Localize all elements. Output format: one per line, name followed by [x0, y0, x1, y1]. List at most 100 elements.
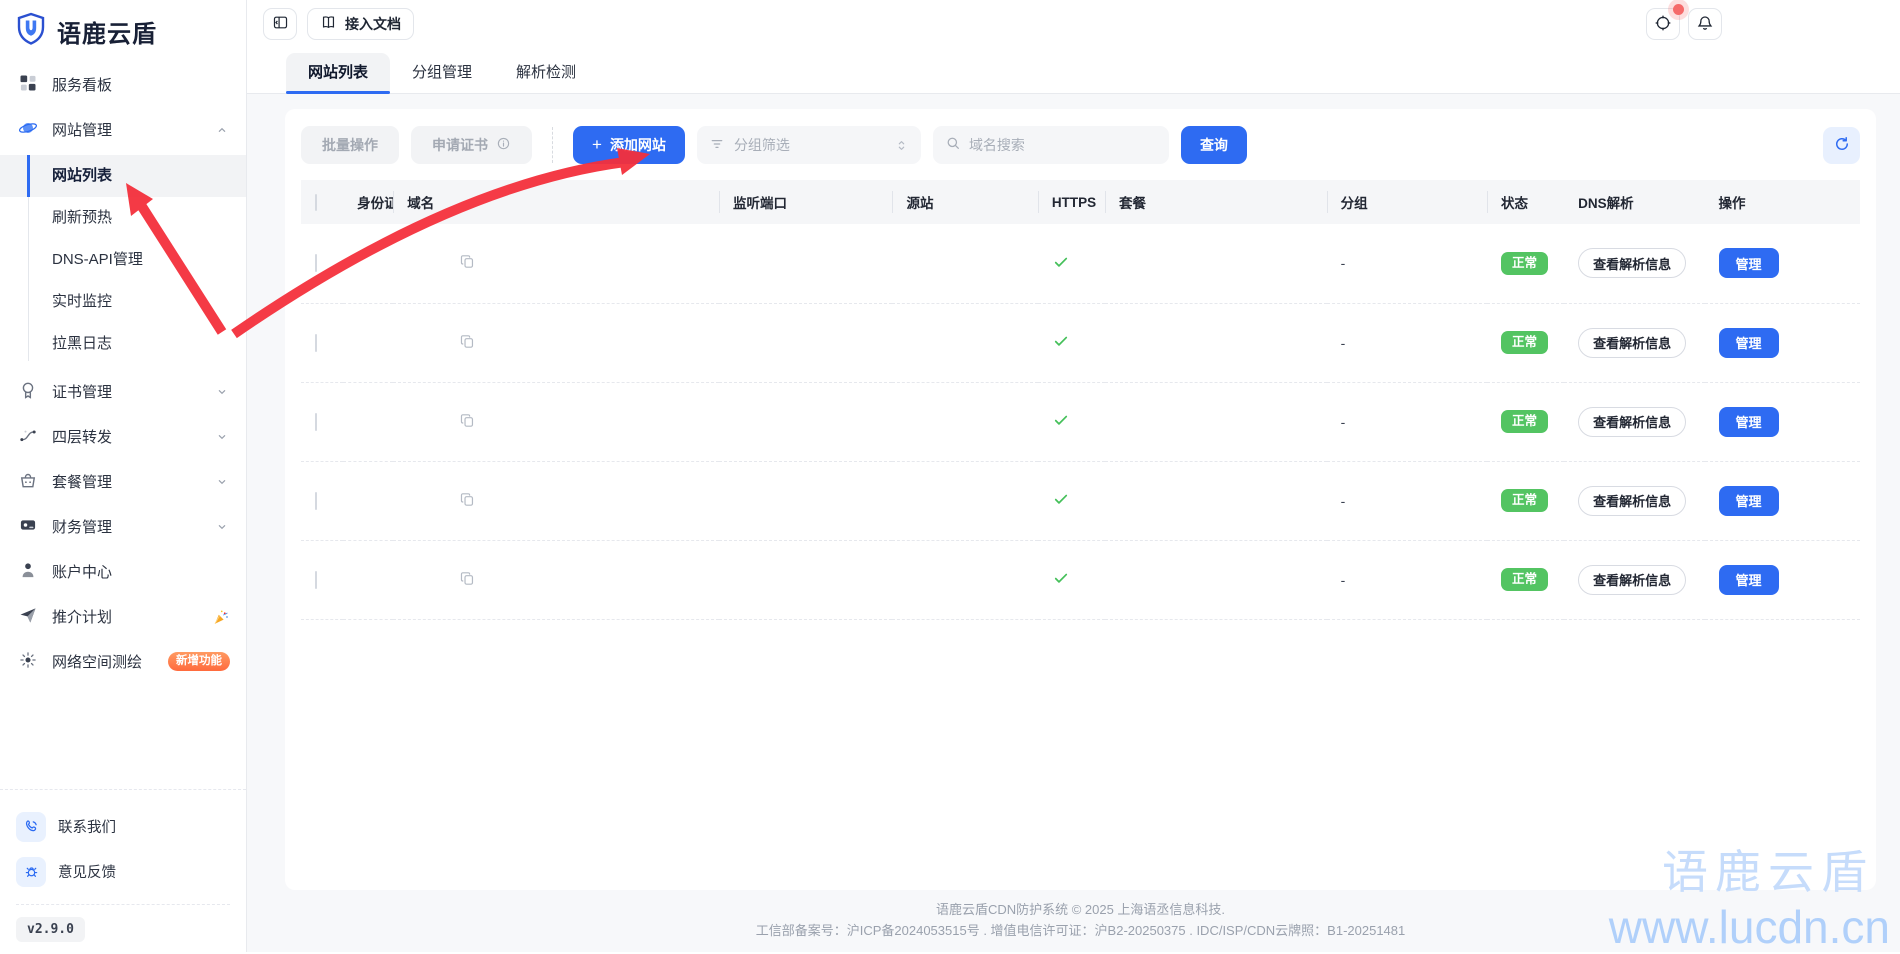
- sidebar-item-site-list[interactable]: 网站列表: [0, 155, 246, 197]
- cell-https: [1038, 540, 1105, 619]
- col-origin: 源站: [892, 180, 1037, 224]
- scan-target-button[interactable]: [1646, 8, 1680, 40]
- manage-button[interactable]: 管理: [1719, 328, 1779, 358]
- site-mgmt-submenu: 网站列表 刷新预热 DNS-API管理 实时监控 拉黑日志: [0, 155, 246, 365]
- sidebar-item-dns-api[interactable]: DNS-API管理: [0, 239, 246, 281]
- group-value: -: [1341, 493, 1346, 509]
- sidebar-item-label: 财务管理: [52, 516, 112, 537]
- status-badge: 正常: [1501, 331, 1548, 354]
- phone-icon: [16, 812, 46, 842]
- refresh-button[interactable]: [1823, 127, 1860, 164]
- apply-cert-label: 申请证书: [432, 135, 488, 155]
- docs-button[interactable]: 接入文档: [307, 8, 414, 40]
- manage-button[interactable]: 管理: [1719, 407, 1779, 437]
- row-checkbox[interactable]: [315, 254, 317, 272]
- collapse-panel-icon: [272, 14, 289, 34]
- tab-group-mgmt[interactable]: 分组管理: [390, 53, 494, 93]
- cell-listen-port: [719, 461, 892, 540]
- site-table: 身份证 域名 监听端口 源站 HTTPS 套餐 分组 状态 DNS解析 操作: [301, 180, 1860, 620]
- cell-status: 正常: [1487, 540, 1564, 619]
- copy-icon[interactable]: [459, 333, 476, 350]
- shield-logo-icon: [15, 12, 47, 50]
- batch-actions-button[interactable]: 批量操作: [301, 126, 399, 164]
- dashboard-icon: [18, 73, 38, 97]
- group-filter-select[interactable]: 分组筛选: [697, 126, 921, 164]
- cell-actions: 管理: [1705, 382, 1860, 461]
- chevron-down-icon: [214, 474, 230, 490]
- app-window: 语鹿云盾 服务看板 网站管理 网站列表 刷新预热 DNS-API管理 实时监控 …: [0, 0, 1900, 952]
- row-checkbox[interactable]: [315, 413, 317, 431]
- cell-id-card: [343, 303, 393, 382]
- search-icon: [945, 135, 961, 156]
- copy-icon[interactable]: [459, 570, 476, 587]
- sidebar-item-site-mgmt[interactable]: 网站管理: [0, 107, 246, 152]
- cell-domain: [393, 540, 719, 619]
- site-table-body: - 正常 查看解析信息 管理 - 正常 查看解析信息 管理 - 正常 查: [301, 224, 1860, 619]
- select-all-checkbox[interactable]: [315, 194, 317, 211]
- cell-actions: 管理: [1705, 224, 1860, 303]
- plus-icon: +: [592, 135, 602, 155]
- sidebar-item-l4-forward[interactable]: 四层转发: [0, 414, 246, 459]
- tab-site-list[interactable]: 网站列表: [286, 53, 390, 93]
- query-button[interactable]: 查询: [1181, 126, 1247, 164]
- manage-button[interactable]: 管理: [1719, 248, 1779, 278]
- contact-us-link[interactable]: 联系我们: [16, 804, 230, 849]
- sidebar-item-blacklist-log[interactable]: 拉黑日志: [0, 323, 246, 365]
- sidebar-item-account-center[interactable]: 账户中心: [0, 549, 246, 594]
- sidebar-item-dashboard[interactable]: 服务看板: [0, 62, 246, 107]
- view-dns-info-button[interactable]: 查看解析信息: [1578, 486, 1686, 516]
- apply-cert-button[interactable]: 申请证书: [411, 126, 532, 164]
- copy-icon[interactable]: [459, 412, 476, 429]
- cell-group: -: [1327, 461, 1487, 540]
- toolbar: 批量操作 申请证书 + 添加网站 分组筛选: [301, 126, 1860, 164]
- cell-plan: [1105, 303, 1327, 382]
- globe-icon: [18, 118, 38, 142]
- sidebar: 语鹿云盾 服务看板 网站管理 网站列表 刷新预热 DNS-API管理 实时监控 …: [0, 0, 247, 952]
- collapse-sidebar-button[interactable]: [263, 8, 297, 40]
- col-https: HTTPS: [1038, 180, 1105, 224]
- view-dns-info-button[interactable]: 查看解析信息: [1578, 565, 1686, 595]
- cell-origin: [892, 540, 1037, 619]
- cell-origin: [892, 224, 1037, 303]
- row-checkbox[interactable]: [315, 492, 317, 510]
- sidebar-item-refresh-preheat[interactable]: 刷新预热: [0, 197, 246, 239]
- user-icon: [18, 560, 38, 584]
- tab-dns-check[interactable]: 解析检测: [494, 53, 598, 93]
- table-row: - 正常 查看解析信息 管理: [301, 303, 1860, 382]
- feedback-link[interactable]: 意见反馈: [16, 849, 230, 894]
- cell-https: [1038, 303, 1105, 382]
- sidebar-item-plan-mgmt[interactable]: 套餐管理: [0, 459, 246, 504]
- domain-search-input[interactable]: [969, 137, 1157, 153]
- page-footer: 语鹿云盾CDN防护系统 © 2025 上海语丞信息科技. 工信部备案号：沪ICP…: [285, 899, 1876, 941]
- cell-dns: 查看解析信息: [1564, 303, 1704, 382]
- cell-listen-port: [719, 382, 892, 461]
- table-row: - 正常 查看解析信息 管理: [301, 461, 1860, 540]
- cell-domain: [393, 382, 719, 461]
- add-site-button[interactable]: + 添加网站: [573, 126, 685, 164]
- sidebar-item-referral-plan[interactable]: 推介计划: [0, 594, 246, 639]
- group-value: -: [1341, 572, 1346, 588]
- sidebar-item-realtime-monitor[interactable]: 实时监控: [0, 281, 246, 323]
- notifications-button[interactable]: [1688, 8, 1722, 40]
- content-area: 批量操作 申请证书 + 添加网站 分组筛选: [247, 94, 1900, 952]
- view-dns-info-button[interactable]: 查看解析信息: [1578, 248, 1686, 278]
- col-dns: DNS解析: [1564, 180, 1704, 224]
- status-badge: 正常: [1501, 410, 1548, 433]
- sidebar-item-cert-mgmt[interactable]: 证书管理: [0, 369, 246, 414]
- view-dns-info-button[interactable]: 查看解析信息: [1578, 328, 1686, 358]
- cell-group: -: [1327, 540, 1487, 619]
- cell-actions: 管理: [1705, 461, 1860, 540]
- manage-button[interactable]: 管理: [1719, 486, 1779, 516]
- view-dns-info-button[interactable]: 查看解析信息: [1578, 407, 1686, 437]
- col-status: 状态: [1487, 180, 1564, 224]
- sidebar-item-label: 账户中心: [52, 561, 112, 582]
- sidebar-item-finance-mgmt[interactable]: 财务管理: [0, 504, 246, 549]
- copy-icon[interactable]: [459, 253, 476, 270]
- manage-button[interactable]: 管理: [1719, 565, 1779, 595]
- copy-icon[interactable]: [459, 491, 476, 508]
- group-value: -: [1341, 335, 1346, 351]
- row-checkbox[interactable]: [315, 334, 317, 352]
- row-checkbox[interactable]: [315, 571, 317, 589]
- domain-searchbox: [933, 126, 1169, 164]
- sidebar-item-cyberspace-mapping[interactable]: 网络空间测绘 新增功能: [0, 639, 246, 684]
